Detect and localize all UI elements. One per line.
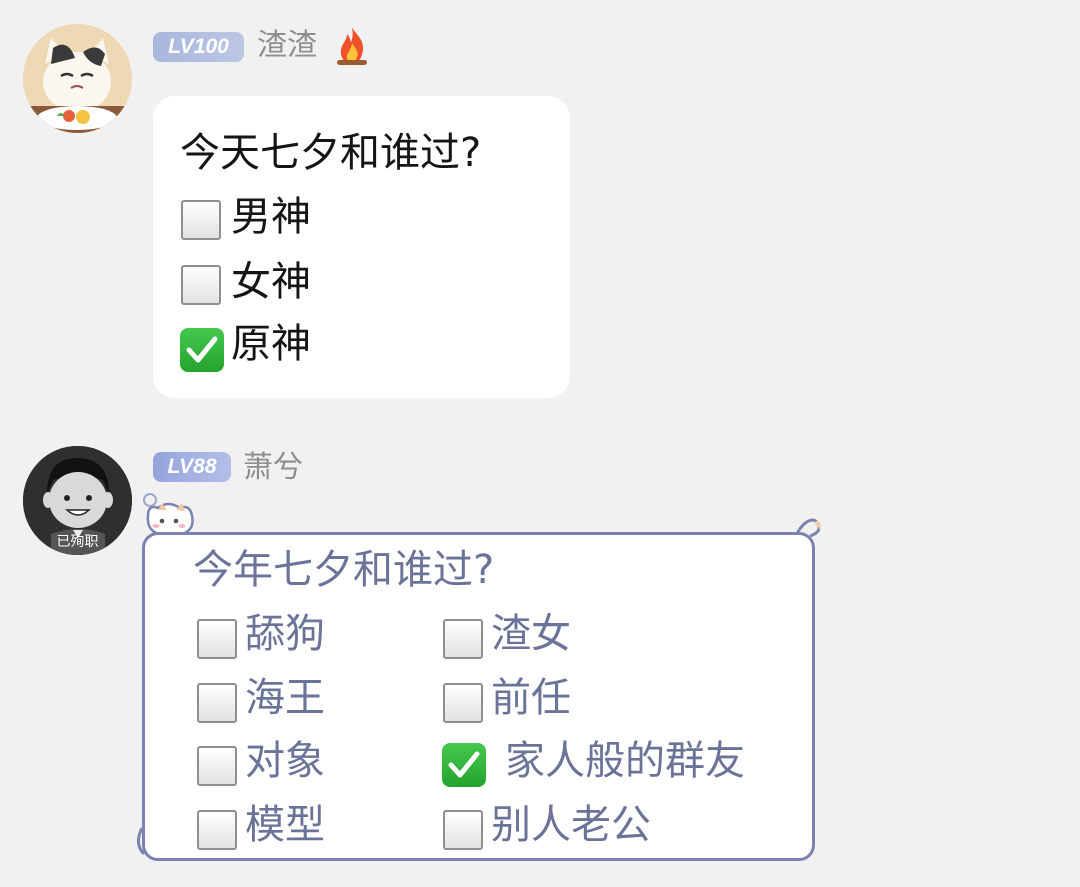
- option-label: 舔狗: [245, 611, 325, 657]
- checkbox-empty-icon: [197, 683, 237, 723]
- checkbox-empty-icon: [181, 265, 221, 305]
- poll-title: 今天七夕和谁过?: [180, 130, 482, 176]
- cat-avatar-icon: [23, 24, 132, 133]
- option-label: 对象: [245, 738, 325, 784]
- level-badge: LV88: [153, 452, 231, 482]
- avatar-person[interactable]: 已殉职: [23, 446, 132, 555]
- option-label: 海王: [245, 675, 325, 721]
- checkbox-empty-icon: [443, 619, 483, 659]
- option-label: 模型: [245, 802, 325, 848]
- username[interactable]: 萧兮: [243, 450, 303, 486]
- option-label: 渣女: [491, 611, 571, 657]
- option-label: 女神: [231, 259, 311, 305]
- level-badge: LV100: [153, 32, 244, 62]
- message-bubble[interactable]: 今天七夕和谁过? 男神 女神 原神: [153, 96, 570, 398]
- option-label: 家人般的群友: [505, 738, 745, 784]
- checkbox-empty-icon: [443, 810, 483, 850]
- checkbox-empty-icon: [197, 619, 237, 659]
- option-label: 前任: [491, 675, 571, 721]
- option-label: 男神: [231, 194, 311, 240]
- option-label: 别人老公: [491, 802, 651, 848]
- poll-title: 今年七夕和谁过?: [193, 547, 495, 593]
- avatar-cat[interactable]: [23, 24, 132, 133]
- message-bubble[interactable]: 今年七夕和谁过? 舔狗 渣女 海王 前任 对象 家人般的群友 模型 别人老公: [142, 532, 815, 861]
- checkbox-empty-icon: [197, 746, 237, 786]
- checkbox-empty-icon: [197, 810, 237, 850]
- checkbox-empty-icon: [181, 200, 221, 240]
- fire-icon: [337, 27, 367, 65]
- checkbox-empty-icon: [443, 683, 483, 723]
- option-label: 原神: [231, 321, 311, 367]
- checkbox-checked-icon: [180, 328, 224, 372]
- username[interactable]: 渣渣: [257, 28, 317, 64]
- checkbox-checked-icon: [442, 743, 486, 787]
- avatar-caption: 已殉职: [56, 534, 99, 550]
